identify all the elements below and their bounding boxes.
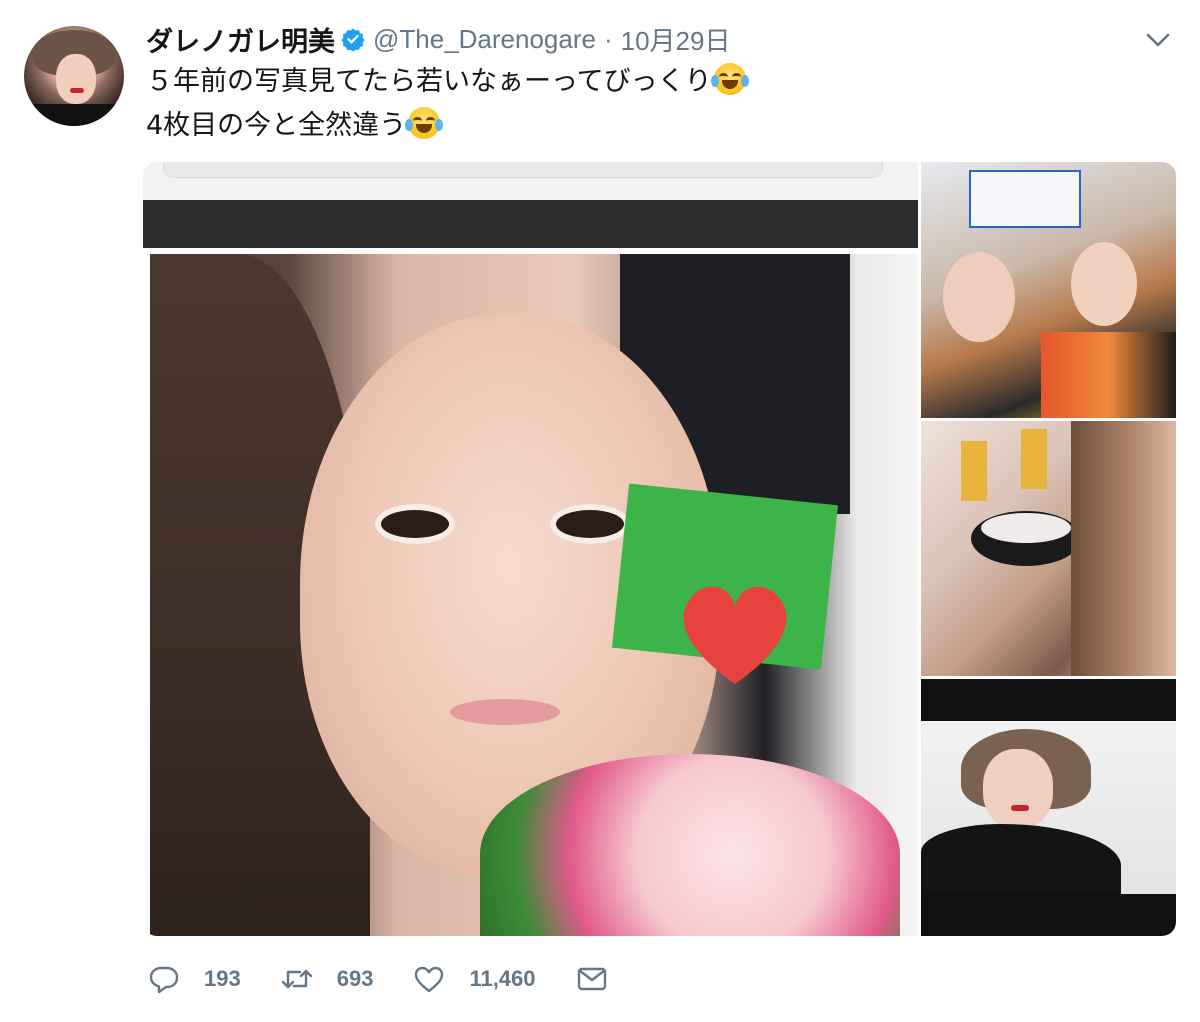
chevron-down-icon[interactable] xyxy=(1144,30,1172,50)
separator-dot: · xyxy=(603,23,613,54)
retweet-count: 693 xyxy=(336,966,374,991)
user-handle[interactable]: @The_Darenogare xyxy=(373,24,596,55)
like-button[interactable]: 11,460 xyxy=(413,963,536,995)
photo-4[interactable] xyxy=(921,679,1176,936)
reply-count: 193 xyxy=(204,966,241,991)
face-with-tears-of-joy-icon xyxy=(710,63,749,95)
media-grid xyxy=(143,162,1176,936)
tweet-actions: 193 693 11,460 xyxy=(148,958,648,1000)
envelope-icon xyxy=(577,967,606,991)
avatar[interactable] xyxy=(24,26,124,126)
verified-badge-icon xyxy=(341,28,365,51)
tweet-text: ５年前の写真見てたら若いなぁーってびっくり 4枚目の今と全然違う xyxy=(146,60,749,148)
display-name[interactable]: ダレノガレ明美 xyxy=(146,20,335,59)
face-with-tears-of-joy-icon xyxy=(405,107,444,139)
heart-icon xyxy=(415,966,444,993)
reply-button[interactable]: 193 xyxy=(148,963,241,995)
retweet-button[interactable]: 693 xyxy=(281,963,374,995)
tweet-text-line-1: ５年前の写真見てたら若いなぁーってびっくり xyxy=(146,60,749,104)
direct-message-button[interactable] xyxy=(576,963,608,995)
reply-icon xyxy=(149,966,179,994)
tweet: ダレノガレ明美 @The_Darenogare · 10月29日 ５年前の写真見… xyxy=(0,0,1200,1022)
tweet-header: ダレノガレ明美 @The_Darenogare · 10月29日 xyxy=(146,20,731,59)
heart-sticker-icon xyxy=(683,586,787,684)
photo-3[interactable] xyxy=(921,421,1176,676)
photo-2[interactable] xyxy=(921,162,1176,418)
tweet-date[interactable]: 10月29日 xyxy=(621,21,731,58)
like-count: 11,460 xyxy=(469,966,536,991)
photo-1[interactable] xyxy=(143,162,918,936)
retweet-icon xyxy=(281,969,312,989)
tweet-text-line-2: 4枚目の今と全然違う xyxy=(146,104,746,148)
